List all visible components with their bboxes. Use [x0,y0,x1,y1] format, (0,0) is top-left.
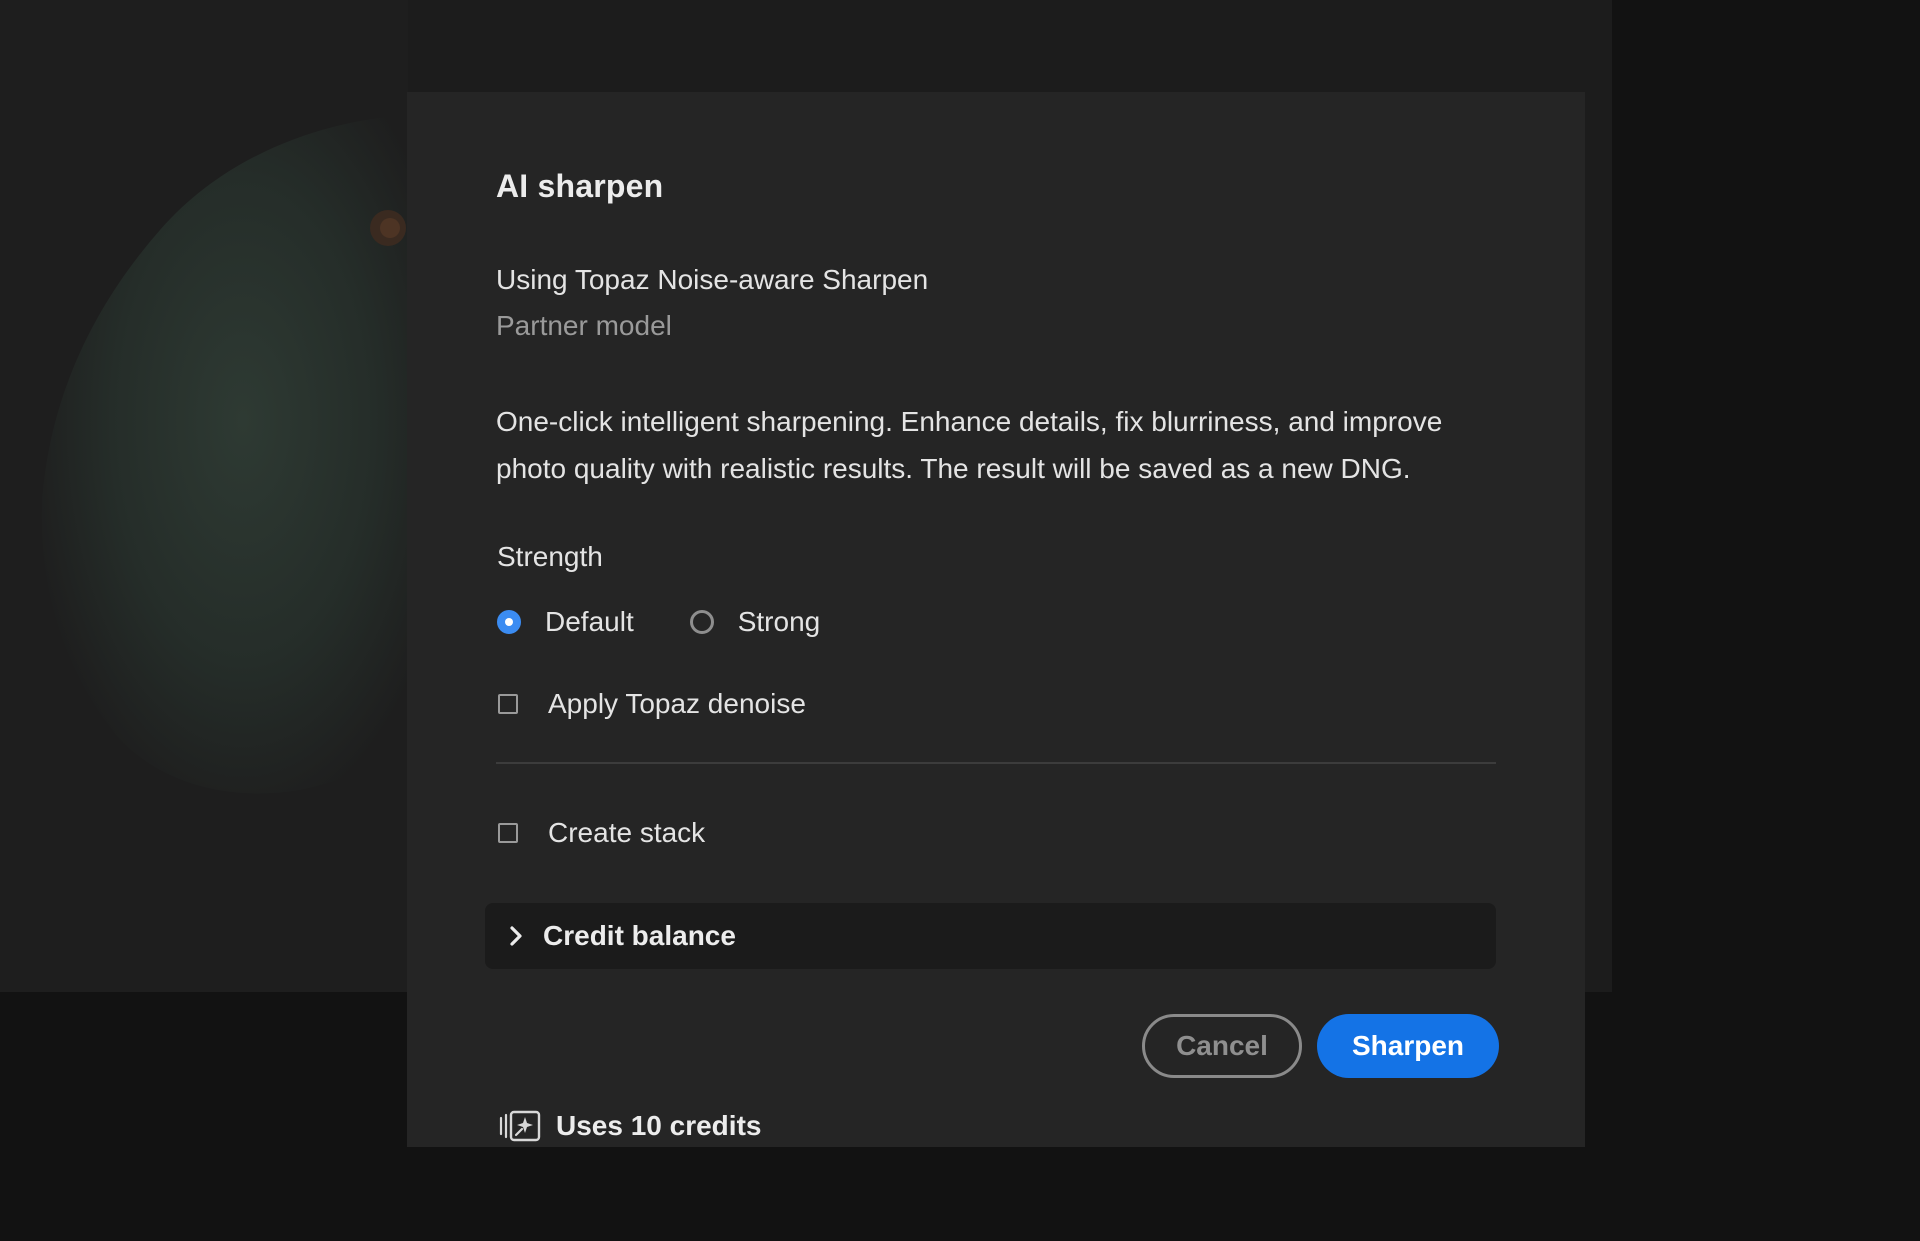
credit-balance-label[interactable]: Credit balance [543,920,736,952]
create-stack-checkbox[interactable] [498,823,518,843]
create-stack-label[interactable]: Create stack [548,817,705,849]
apply-denoise-checkbox[interactable] [498,694,518,714]
create-stack-checkbox-row[interactable]: Create stack [498,817,705,849]
strength-radio-group: Default Strong [497,602,820,642]
dialog-description: One-click intelligent sharpening. Enhanc… [496,406,1443,484]
apply-denoise-checkbox-row[interactable]: Apply Topaz denoise [498,688,806,720]
cancel-button[interactable]: Cancel [1142,1014,1302,1078]
credit-balance-disclosure[interactable]: Credit balance [485,903,1496,969]
parrot-silhouette [41,115,408,794]
photo-parrot-image [0,0,408,992]
strength-strong-option[interactable]: Strong [689,606,821,638]
dialog-title: AI sharpen [496,168,664,204]
strength-label: Strength [497,541,603,572]
photo-right-edge [1584,0,1612,992]
chevron-right-icon[interactable] [501,921,531,951]
strength-default-option[interactable]: Default [497,606,634,638]
credits-usage-text: Uses 10 credits [556,1110,762,1141]
radio-unselected-icon[interactable] [689,610,714,634]
model-name: Using Topaz Noise-aware Sharpen [496,264,929,295]
strength-default-label[interactable]: Default [545,606,634,638]
section-divider [496,762,1496,764]
ai-sharpen-dialog: AI sharpen Using Topaz Noise-aware Sharp… [407,92,1585,1147]
strength-strong-label[interactable]: Strong [738,606,821,638]
radio-selected-icon[interactable] [497,610,521,634]
apply-denoise-label[interactable]: Apply Topaz denoise [548,688,806,720]
credits-usage-info: Uses 10 credits [498,1109,761,1143]
model-type-label: Partner model [496,310,672,341]
sharpen-button[interactable]: Sharpen [1317,1014,1499,1078]
credits-icon [498,1109,542,1143]
